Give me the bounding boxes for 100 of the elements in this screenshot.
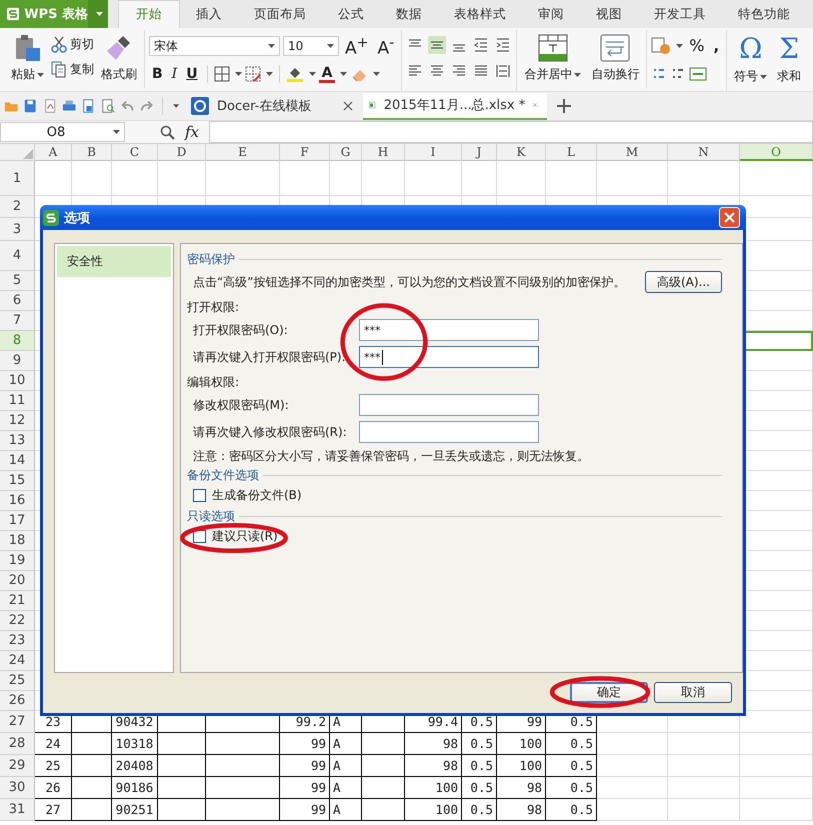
column-header[interactable]: G xyxy=(330,144,362,161)
cell-name-box[interactable]: O8 xyxy=(0,122,125,142)
checkbox-label[interactable]: 生成备份文件(B) xyxy=(212,486,302,504)
ribbon-tab[interactable]: 开发工具 xyxy=(638,0,722,28)
row-header[interactable]: 20 xyxy=(0,571,35,591)
row-header[interactable]: 24 xyxy=(0,651,35,671)
row-header[interactable]: 19 xyxy=(0,551,35,571)
row-header[interactable]: 29 xyxy=(0,755,35,777)
row-header[interactable]: 16 xyxy=(0,491,35,511)
copy-button[interactable]: 复制 xyxy=(51,61,94,78)
password-field[interactable]: *** xyxy=(359,346,539,368)
ribbon-tab[interactable]: 特色功能 xyxy=(722,0,806,28)
row-header[interactable]: 15 xyxy=(0,471,35,491)
currency-icon[interactable] xyxy=(651,37,672,55)
wrap-text-button[interactable]: 自动换行 xyxy=(588,30,642,83)
row-header[interactable]: 6 xyxy=(0,291,35,311)
caret-icon[interactable] xyxy=(676,44,684,48)
advanced-button[interactable]: 高级(A)... xyxy=(645,271,722,293)
paste-button[interactable]: 粘贴 xyxy=(8,30,47,83)
font-size-dropdown[interactable]: 10 xyxy=(283,36,339,56)
row-header[interactable]: 27 xyxy=(0,711,35,733)
fraction-format-icon[interactable] xyxy=(689,67,708,81)
caret-icon[interactable] xyxy=(96,12,102,16)
row-header[interactable]: 12 xyxy=(0,411,35,431)
cut-button[interactable]: 剪切 xyxy=(51,36,94,53)
column-header[interactable]: O xyxy=(740,144,813,161)
row-header[interactable]: 10 xyxy=(0,371,35,391)
caret-icon[interactable] xyxy=(308,72,316,76)
print-preview-icon[interactable] xyxy=(81,98,96,114)
caret-icon[interactable] xyxy=(760,74,768,78)
column-header[interactable]: E xyxy=(206,144,280,161)
grow-font-button[interactable]: A$^{+}$ xyxy=(342,34,372,58)
row-header[interactable]: 4 xyxy=(0,241,35,271)
column-header[interactable]: C xyxy=(112,144,158,161)
bold-button[interactable]: B xyxy=(149,65,166,83)
dialog-button[interactable]: 取消 xyxy=(654,682,732,703)
column-header[interactable]: L xyxy=(546,144,597,161)
caret-icon[interactable] xyxy=(373,72,380,76)
ribbon-tab[interactable]: 表格样式 xyxy=(438,0,522,28)
row-header[interactable]: 30 xyxy=(0,777,35,799)
italic-button[interactable]: I xyxy=(168,65,180,83)
function-button[interactable]: fx xyxy=(185,123,200,141)
category-item[interactable]: 安全性 xyxy=(57,246,171,277)
plus-icon[interactable] xyxy=(557,99,571,113)
document-tab[interactable]: Docer-在线模板 xyxy=(185,92,363,120)
row-header[interactable]: 5 xyxy=(0,271,35,291)
close-icon[interactable] xyxy=(343,101,353,111)
row-header[interactable]: 21 xyxy=(0,591,35,611)
row-header[interactable]: 18 xyxy=(0,531,35,551)
row-header[interactable]: 14 xyxy=(0,451,35,471)
column-header[interactable]: J xyxy=(462,144,497,161)
font-color-button[interactable]: A xyxy=(318,66,336,82)
row-header[interactable]: 9 xyxy=(0,351,35,371)
caret-icon[interactable] xyxy=(327,44,334,48)
column-header[interactable]: F xyxy=(280,144,330,161)
ribbon-tab[interactable]: 审阅 xyxy=(522,0,580,28)
row-header[interactable]: 23 xyxy=(0,631,35,651)
underline-button[interactable]: U xyxy=(183,65,201,83)
save-icon[interactable] xyxy=(23,98,38,114)
ribbon-tab[interactable]: 插入 xyxy=(180,0,238,28)
caret-icon[interactable] xyxy=(340,72,348,76)
row-header[interactable]: 17 xyxy=(0,511,35,531)
caret-icon[interactable] xyxy=(266,72,273,76)
column-header[interactable]: K xyxy=(497,144,546,161)
merge-center-button[interactable]: 合并居中 xyxy=(521,30,584,83)
format-painter-button[interactable]: 格式刷 xyxy=(98,30,140,83)
row-header[interactable]: 13 xyxy=(0,431,35,451)
column-header[interactable]: M xyxy=(597,144,668,161)
column-header[interactable]: N xyxy=(668,144,740,161)
password-field[interactable]: *** xyxy=(359,319,539,341)
ribbon-tab[interactable]: 公式 xyxy=(322,0,380,28)
table-style-icon[interactable] xyxy=(244,66,261,82)
caret-icon[interactable] xyxy=(574,72,582,76)
caret-icon[interactable] xyxy=(234,72,242,76)
row-header[interactable]: 26 xyxy=(0,691,35,711)
ribbon-tab[interactable]: 开始 xyxy=(118,0,180,28)
row-header[interactable]: 22 xyxy=(0,611,35,631)
row-header[interactable]: 2 xyxy=(0,196,35,218)
column-header[interactable]: H xyxy=(362,144,405,161)
column-header[interactable]: D xyxy=(158,144,206,161)
column-header[interactable]: I xyxy=(405,144,462,161)
percent-button[interactable]: % xyxy=(686,37,708,55)
row-header[interactable]: 11 xyxy=(0,391,35,411)
password-field[interactable] xyxy=(359,394,539,416)
pdf-icon[interactable] xyxy=(42,98,58,114)
ribbon-tab[interactable]: 页面布局 xyxy=(238,0,322,28)
document-tab[interactable]: 2015年11月...总.xlsx * xyxy=(363,92,547,120)
password-field[interactable] xyxy=(359,421,539,443)
align-middle-icon[interactable] xyxy=(428,36,446,54)
align-distributed-icon[interactable] xyxy=(494,62,512,80)
row-header[interactable]: 25 xyxy=(0,671,35,691)
borders-icon[interactable] xyxy=(214,66,230,82)
ribbon-tab[interactable]: 数据 xyxy=(380,0,438,28)
row-header[interactable]: 7 xyxy=(0,311,35,331)
checkbox[interactable] xyxy=(193,488,206,502)
row-header[interactable]: 1 xyxy=(0,161,35,196)
font-name-dropdown[interactable]: 宋体 xyxy=(149,36,280,56)
fill-bucket-icon[interactable] xyxy=(286,66,304,82)
column-header[interactable]: A xyxy=(35,144,72,161)
row-header[interactable]: 31 xyxy=(0,799,35,821)
